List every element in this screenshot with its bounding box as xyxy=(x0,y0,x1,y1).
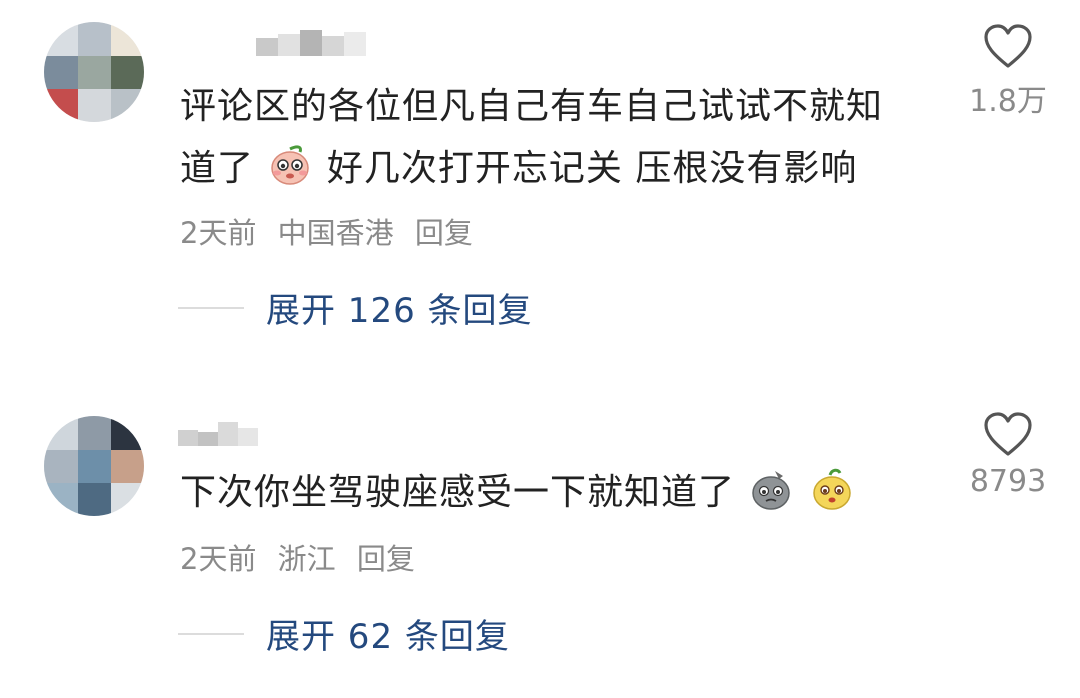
username-blurred[interactable] xyxy=(256,30,376,56)
avatar[interactable] xyxy=(44,22,144,122)
reply-button[interactable]: 回复 xyxy=(415,216,473,250)
like-section: 1.8万 xyxy=(948,24,1068,120)
comment-time: 2天前 xyxy=(180,216,257,250)
like-count: 1.8万 xyxy=(969,84,1047,119)
avatar-image xyxy=(44,22,144,122)
comment-location: 中国香港 xyxy=(277,216,394,250)
comment-text: 下次你坐驾驶座感受一下就知道了 xyxy=(180,462,950,524)
expand-replies-button[interactable]: 展开 126 条回复 xyxy=(266,283,533,332)
comment-item: 下次你坐驾驶座感受一下就知道了 2天前 浙江 回复 8793 展开 62 条回复 xyxy=(0,380,1080,698)
username-blurred[interactable] xyxy=(178,420,268,446)
expand-divider xyxy=(178,307,244,309)
avatar-image xyxy=(44,416,144,516)
username-mosaic xyxy=(178,422,258,446)
expand-divider xyxy=(178,633,244,635)
comment-time: 2天前 xyxy=(180,542,257,576)
like-count: 8793 xyxy=(969,464,1047,499)
username-mosaic xyxy=(256,30,366,56)
comment-item: 评论区的各位但凡自己有车自己试试不就知 道了 好几次打开忘记关 压根没有影响 2… xyxy=(0,0,1080,350)
expand-replies: 展开 62 条回复 xyxy=(178,613,578,657)
comment-text-line1: 评论区的各位但凡自己有车自己试试不就知 xyxy=(180,86,884,127)
expand-replies-button[interactable]: 展开 62 条回复 xyxy=(266,609,510,658)
comment-text-content: 下次你坐驾驶座感受一下就知道了 xyxy=(180,472,736,513)
heart-icon[interactable] xyxy=(983,412,1033,458)
comment-text: 评论区的各位但凡自己有车自己试试不就知 道了 好几次打开忘记关 压根没有影响 xyxy=(180,76,950,200)
comment-text-line2a: 道了 xyxy=(180,148,255,189)
comment-meta: 2天前 中国香港 回复 xyxy=(180,210,485,252)
reply-button[interactable]: 回复 xyxy=(357,542,415,576)
peach-face-emoji-icon xyxy=(271,145,310,185)
heart-icon[interactable] xyxy=(983,24,1033,70)
gray-bag-emoji-icon xyxy=(752,471,791,510)
yellow-face-emoji-icon xyxy=(813,468,851,510)
comment-location: 浙江 xyxy=(277,542,336,576)
like-section: 8793 xyxy=(948,412,1068,499)
comment-meta: 2天前 浙江 回复 xyxy=(180,536,427,578)
expand-replies: 展开 126 条回复 xyxy=(178,287,598,331)
avatar[interactable] xyxy=(44,416,144,516)
comment-text-line2b: 好几次打开忘记关 压根没有影响 xyxy=(326,148,858,189)
